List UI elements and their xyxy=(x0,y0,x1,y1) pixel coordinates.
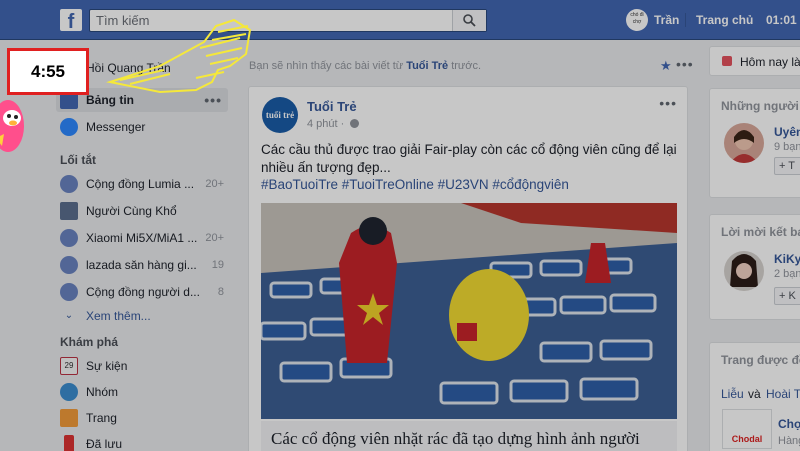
post-hashtags[interactable]: #BaoTuoiTre #TuoiTreOnline #U23VN #cổđộn… xyxy=(261,177,677,192)
sidebar-item-groups[interactable]: Nhóm xyxy=(56,380,228,404)
page-logo[interactable]: Chodal xyxy=(722,409,772,449)
friend-name-link[interactable]: Hoài T xyxy=(766,387,800,401)
see-first-hint: Bạn sẽ nhìn thấy các bài viết từ Tuổi Tr… xyxy=(249,60,689,72)
see-more-label: Xem thêm... xyxy=(86,309,151,323)
post-options-icon[interactable]: ••• xyxy=(659,95,677,111)
friend-name-link[interactable]: Liễu xyxy=(721,387,744,401)
reminder-card[interactable]: Hôm nay là xyxy=(709,46,800,76)
sidebar-item-label: Sự kiện xyxy=(86,359,128,373)
bookmark-icon xyxy=(64,435,74,451)
sidebar-item-shortcut[interactable]: Cộng đồng Lumia ... 20+ xyxy=(56,172,228,196)
sidebar-item-label: Cộng đồng Lumia ... xyxy=(86,177,195,191)
clock-text: 01:01 xyxy=(766,13,797,27)
post-photo[interactable] xyxy=(261,203,677,419)
people-icon xyxy=(60,383,78,401)
post-text: Các cầu thủ được trao giải Fair-play còn… xyxy=(261,142,677,175)
chevron-down-icon: ⌄ xyxy=(64,310,74,321)
sidebar-item-shortcut[interactable]: Người Cùng Khổ xyxy=(56,199,228,223)
facebook-logo[interactable]: f xyxy=(60,9,82,33)
explore-heading: Khám phá xyxy=(60,335,119,349)
post-timestamp[interactable]: 4 phút · xyxy=(307,118,360,130)
sidebar-item-shortcut[interactable]: lazada săn hàng gi... 19 xyxy=(56,253,228,277)
sidebar-item-events[interactable]: 29 Sự kiện xyxy=(56,354,228,378)
sidebar-item-label: Trang xyxy=(86,411,117,425)
suggested-pages-card: Trang được đề Liễu và Hoài T Chodal Chợ … xyxy=(709,342,800,451)
sidebar-item-label: Cộng đồng người d... xyxy=(86,285,200,299)
notification-count: 8 xyxy=(217,286,224,298)
sidebar-item-label: lazada săn hàng gi... xyxy=(86,258,197,272)
reminder-text: Hôm nay là xyxy=(740,55,800,69)
divider xyxy=(685,13,686,27)
globe-icon xyxy=(350,119,360,128)
stadium-photo xyxy=(261,203,677,419)
flag-icon xyxy=(60,409,78,427)
feed-post: tuổi trẻ Tuổi Trẻ 4 phút · ••• Các cầu t… xyxy=(248,86,688,451)
group-icon xyxy=(60,256,78,274)
user-avatar[interactable]: chó đi chợ xyxy=(626,9,648,31)
hint-text: trước. xyxy=(448,60,482,72)
star-icon[interactable]: ★ xyxy=(660,58,672,74)
sidebar-item-label: Messenger xyxy=(86,120,146,134)
sidebar-item-shortcut[interactable]: Cộng đồng người d... 8 xyxy=(56,280,228,304)
post-time-text: 4 phút · xyxy=(307,118,345,130)
mutual-friends-text: 9 bạn xyxy=(774,141,800,153)
people-you-may-know-card: Những người Uyên 9 bạn + T xyxy=(709,88,800,198)
sidebar-item-label: Xiaomi Mi5X/MiA1 ... xyxy=(86,231,198,245)
confirm-request-button[interactable]: + K xyxy=(774,287,800,305)
hint-source-link[interactable]: Tuổi Trẻ xyxy=(406,60,448,72)
sidebar-item-shortcut[interactable]: Xiaomi Mi5X/MiA1 ... 20+ xyxy=(56,226,228,250)
gift-icon xyxy=(722,56,732,66)
hint-text: Bạn sẽ nhìn thấy các bài viết từ xyxy=(249,60,407,72)
messenger-icon xyxy=(60,118,78,136)
link-preview-title[interactable]: Các cổ động viên nhặt rác đã tạo dựng hì… xyxy=(261,421,677,451)
person-name-link[interactable]: KiKy xyxy=(774,252,800,266)
more-options-icon[interactable]: ••• xyxy=(676,56,694,72)
countdown-timer: 4:55 xyxy=(7,48,89,95)
sidebar-item-saved[interactable]: Đã lưu xyxy=(56,432,228,451)
see-more-link[interactable]: ⌄ Xem thêm... xyxy=(56,304,228,328)
card-title: Những người xyxy=(721,99,799,113)
connector-text: và xyxy=(748,387,761,401)
sidebar-item-label: Nhóm xyxy=(86,385,119,399)
group-icon xyxy=(60,175,78,193)
post-author-link[interactable]: Tuổi Trẻ xyxy=(307,99,357,114)
shield-icon xyxy=(60,202,78,220)
notification-count: 20+ xyxy=(205,232,224,244)
card-title: Lời mời kết bạ xyxy=(721,225,800,239)
group-icon xyxy=(60,283,78,301)
person-avatar[interactable] xyxy=(724,251,764,291)
pointing-hand-icon xyxy=(106,18,252,94)
sidebar-item-label: Người Cùng Khổ xyxy=(86,204,177,218)
sidebar-item-label: Đã lưu xyxy=(86,437,123,451)
person-photo xyxy=(724,123,764,163)
card-title: Trang được đề xyxy=(721,353,800,367)
person-photo xyxy=(724,251,764,291)
notification-count: 19 xyxy=(211,259,224,271)
friend-requests-card: Lời mời kết bạ KiKy 2 bạn + K xyxy=(709,214,800,320)
mutual-friends-text: 2 bạn xyxy=(774,268,800,280)
calendar-icon: 29 xyxy=(60,357,78,375)
sidebar-item-pages[interactable]: Trang xyxy=(56,406,228,430)
person-name-link[interactable]: Uyên xyxy=(774,125,800,139)
search-icon xyxy=(463,14,476,27)
page-avatar[interactable]: tuổi trẻ xyxy=(262,97,298,133)
add-friend-button[interactable]: + T xyxy=(774,157,800,175)
page-name-link[interactable]: Chợ xyxy=(778,417,800,431)
page-category-text: Hàng xyxy=(778,435,800,447)
person-avatar[interactable] xyxy=(724,123,764,163)
user-name-link[interactable]: Trần xyxy=(654,13,679,27)
group-icon xyxy=(60,229,78,247)
search-button[interactable] xyxy=(452,10,486,31)
mascot-icon xyxy=(0,100,24,152)
shortcuts-heading: Lối tắt xyxy=(60,153,96,167)
sidebar-item-messenger[interactable]: Messenger xyxy=(56,115,228,139)
notification-count: 20+ xyxy=(205,178,224,190)
home-link[interactable]: Trang chủ xyxy=(696,13,753,27)
